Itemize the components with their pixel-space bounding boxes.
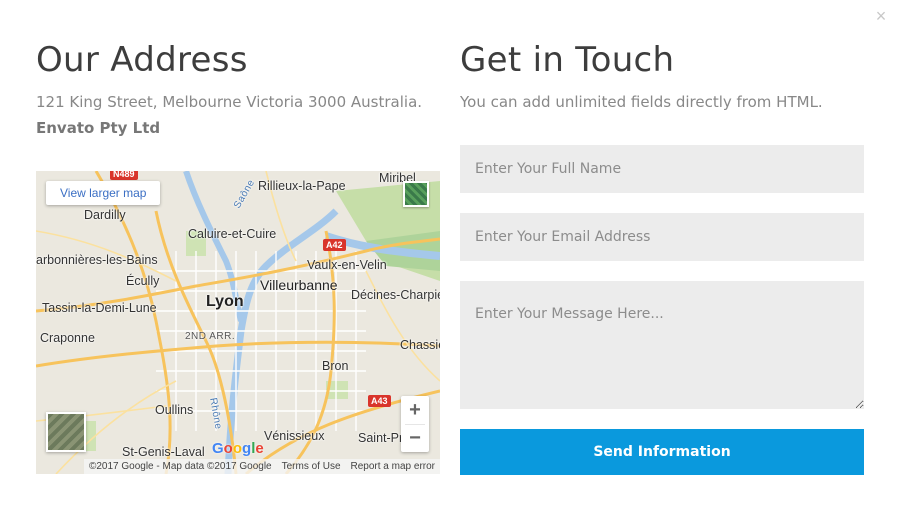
send-information-button[interactable]: Send Information — [460, 429, 864, 475]
map-label-caluire: Caluire-et-Cuire — [188, 227, 277, 241]
message-textarea[interactable] — [460, 281, 864, 409]
contact-subtext: You can add unlimited fields directly fr… — [460, 93, 823, 111]
email-input[interactable] — [460, 213, 864, 261]
company-name: Envato Pty Ltd — [36, 119, 161, 137]
map-attribution: ©2017 Google - Map data ©2017 Google Ter… — [36, 459, 440, 474]
address-heading: Our Address — [36, 40, 248, 80]
map-label-vaulx: Vaulx-en-Velin — [307, 258, 387, 272]
road-shield-a42: A42 — [323, 239, 346, 251]
satellite-view-toggle[interactable] — [46, 412, 86, 452]
map-embed[interactable]: N489 A42 A43 Rillieux-la-Pape Miribel Ca… — [36, 171, 440, 474]
map-zoom-control: + − — [401, 396, 429, 452]
map-copyright: ©2017 Google - Map data ©2017 Google — [83, 459, 277, 474]
fullscreen-map-icon[interactable] — [403, 181, 429, 207]
zoom-out-button[interactable]: − — [401, 425, 429, 452]
map-label-charbonnieres: arbonnières-les-Bains — [36, 253, 158, 267]
zoom-in-button[interactable]: + — [401, 396, 429, 424]
map-label-oullins: Oullins — [155, 403, 194, 417]
contact-section: Get in Touch You can add unlimited field… — [460, 40, 864, 112]
map-label-chassieu: Chassie — [400, 338, 440, 352]
map-label-saint-priest: Saint-Pri — [358, 431, 406, 445]
terms-of-use-link[interactable]: Terms of Use — [276, 459, 346, 474]
map-label-dardilly: Dardilly — [84, 208, 126, 222]
map-label-villeurbanne: Villeurbanne — [260, 277, 338, 293]
map-label-st-genis: St-Genis-Laval — [122, 445, 205, 459]
map-label-decines: Décines-Charpie — [351, 288, 440, 302]
address-section: Our Address 121 King Street, Melbourne V… — [36, 40, 440, 138]
report-map-error-link[interactable]: Report a map error — [345, 459, 440, 474]
map-label-bron: Bron — [322, 359, 349, 373]
road-shield-a43: A43 — [368, 395, 391, 407]
google-logo: Google — [212, 440, 264, 457]
map-label-tassin: Tassin-la-Demi-Lune — [42, 301, 157, 315]
map-label-craponne: Craponne — [40, 331, 95, 345]
map-label-ecully: Écully — [126, 274, 160, 288]
map-label-2nd-arr: 2ND ARR. — [185, 331, 236, 342]
view-larger-map-link[interactable]: View larger map — [46, 181, 161, 205]
close-icon[interactable]: × — [874, 7, 888, 25]
full-name-input[interactable] — [460, 145, 864, 193]
map-label-rillieux: Rillieux-la-Pape — [258, 179, 346, 193]
address-street: 121 King Street, Melbourne Victoria 3000… — [36, 93, 423, 111]
map-label-venissieux: Vénissieux — [264, 429, 325, 443]
map-label-lyon: Lyon — [206, 293, 244, 310]
road-shield-n489: N489 — [110, 171, 138, 180]
contact-heading: Get in Touch — [460, 40, 675, 80]
